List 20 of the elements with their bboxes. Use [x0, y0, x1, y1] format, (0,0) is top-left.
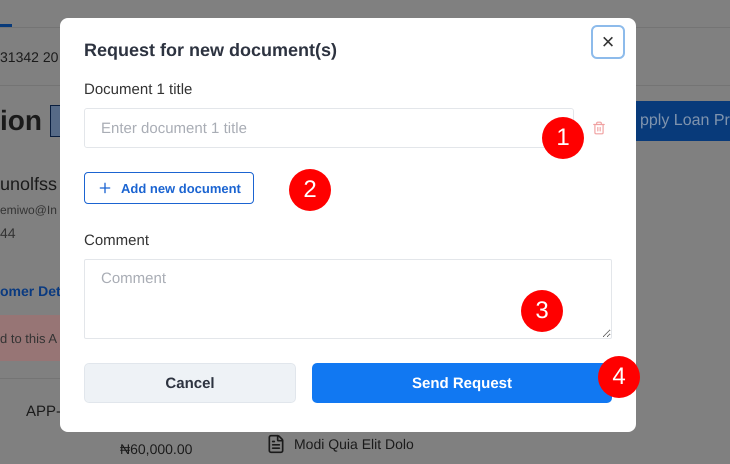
dialog-title: Request for new document(s): [84, 40, 338, 61]
cancel-button[interactable]: Cancel: [84, 363, 296, 403]
plus-icon: [97, 180, 113, 196]
tab-indicator: [0, 24, 12, 27]
add-document-button[interactable]: Add new document: [84, 172, 254, 204]
loan-amount: ₦60,000.00: [120, 441, 192, 457]
document-icon: [266, 434, 286, 454]
close-button[interactable]: ×: [591, 25, 625, 59]
document-name: Modi Quia Elit Dolo: [294, 436, 414, 452]
apply-loan-button[interactable]: pply Loan Pr: [634, 101, 730, 141]
page-heading: ion: [0, 105, 42, 137]
customer-phone: 44: [0, 225, 16, 241]
comment-label: Comment: [84, 232, 150, 249]
application-id: APP-: [26, 402, 62, 420]
customer-email: emiwo@In: [0, 203, 57, 217]
delete-icon[interactable]: [592, 121, 606, 135]
send-request-button[interactable]: Send Request: [312, 363, 612, 403]
customer-name: unolfss: [0, 174, 58, 195]
reference-number: 31342 20: [0, 48, 58, 64]
document-title-label: Document 1 title: [84, 81, 194, 98]
